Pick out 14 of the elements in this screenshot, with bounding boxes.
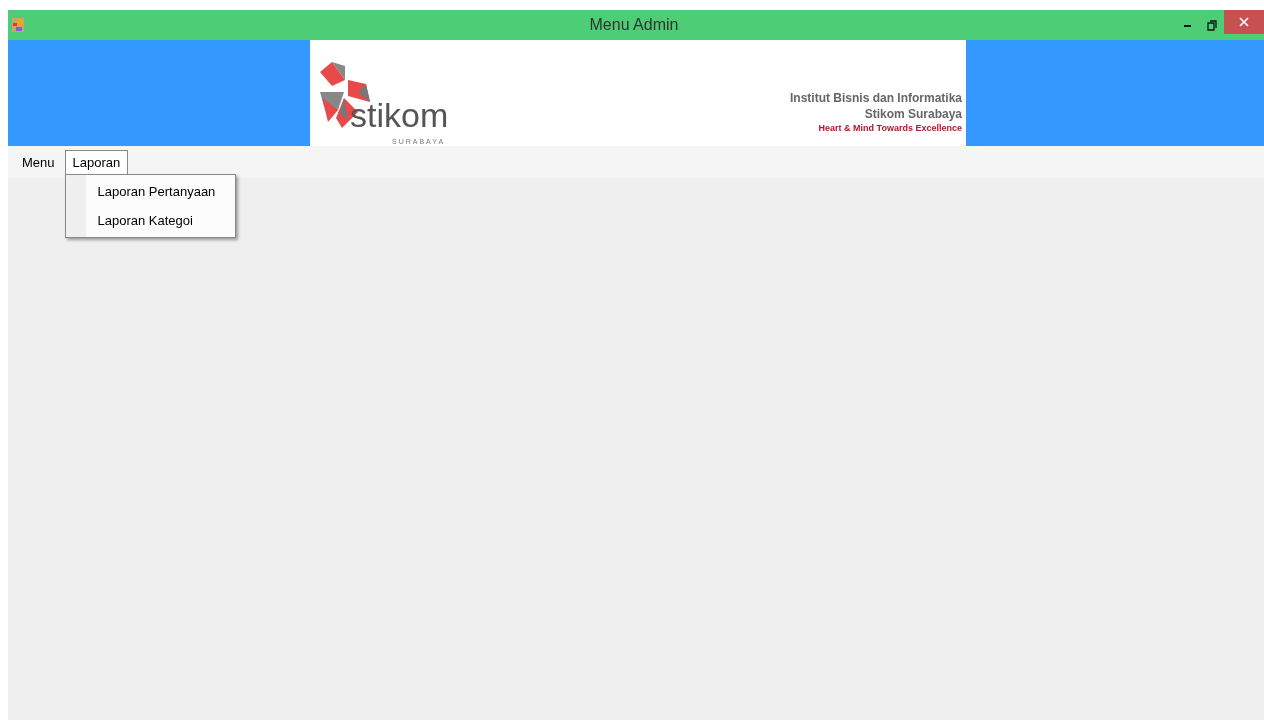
minimize-icon [1184, 23, 1192, 27]
app-icon [12, 18, 24, 32]
menu-item[interactable]: Menu [14, 150, 63, 174]
logo-wordmark: stikom [350, 98, 449, 132]
dropdown-item[interactable]: Laporan Kategoi [67, 206, 233, 235]
menu-item[interactable]: Laporan [64, 150, 129, 174]
institute-name: Institut Bisnis dan Informatika [789, 90, 962, 106]
tagline: Heart & Mind Towards Excellence [818, 122, 962, 134]
dropdown-item[interactable]: Laporan Pertanyaan [67, 177, 233, 206]
close-button[interactable] [1224, 10, 1264, 34]
close-icon [1239, 17, 1249, 27]
institute-name: Stikom Surabaya [864, 106, 962, 122]
restore-icon [1207, 19, 1217, 31]
window-title: Menu Admin [588, 16, 680, 34]
